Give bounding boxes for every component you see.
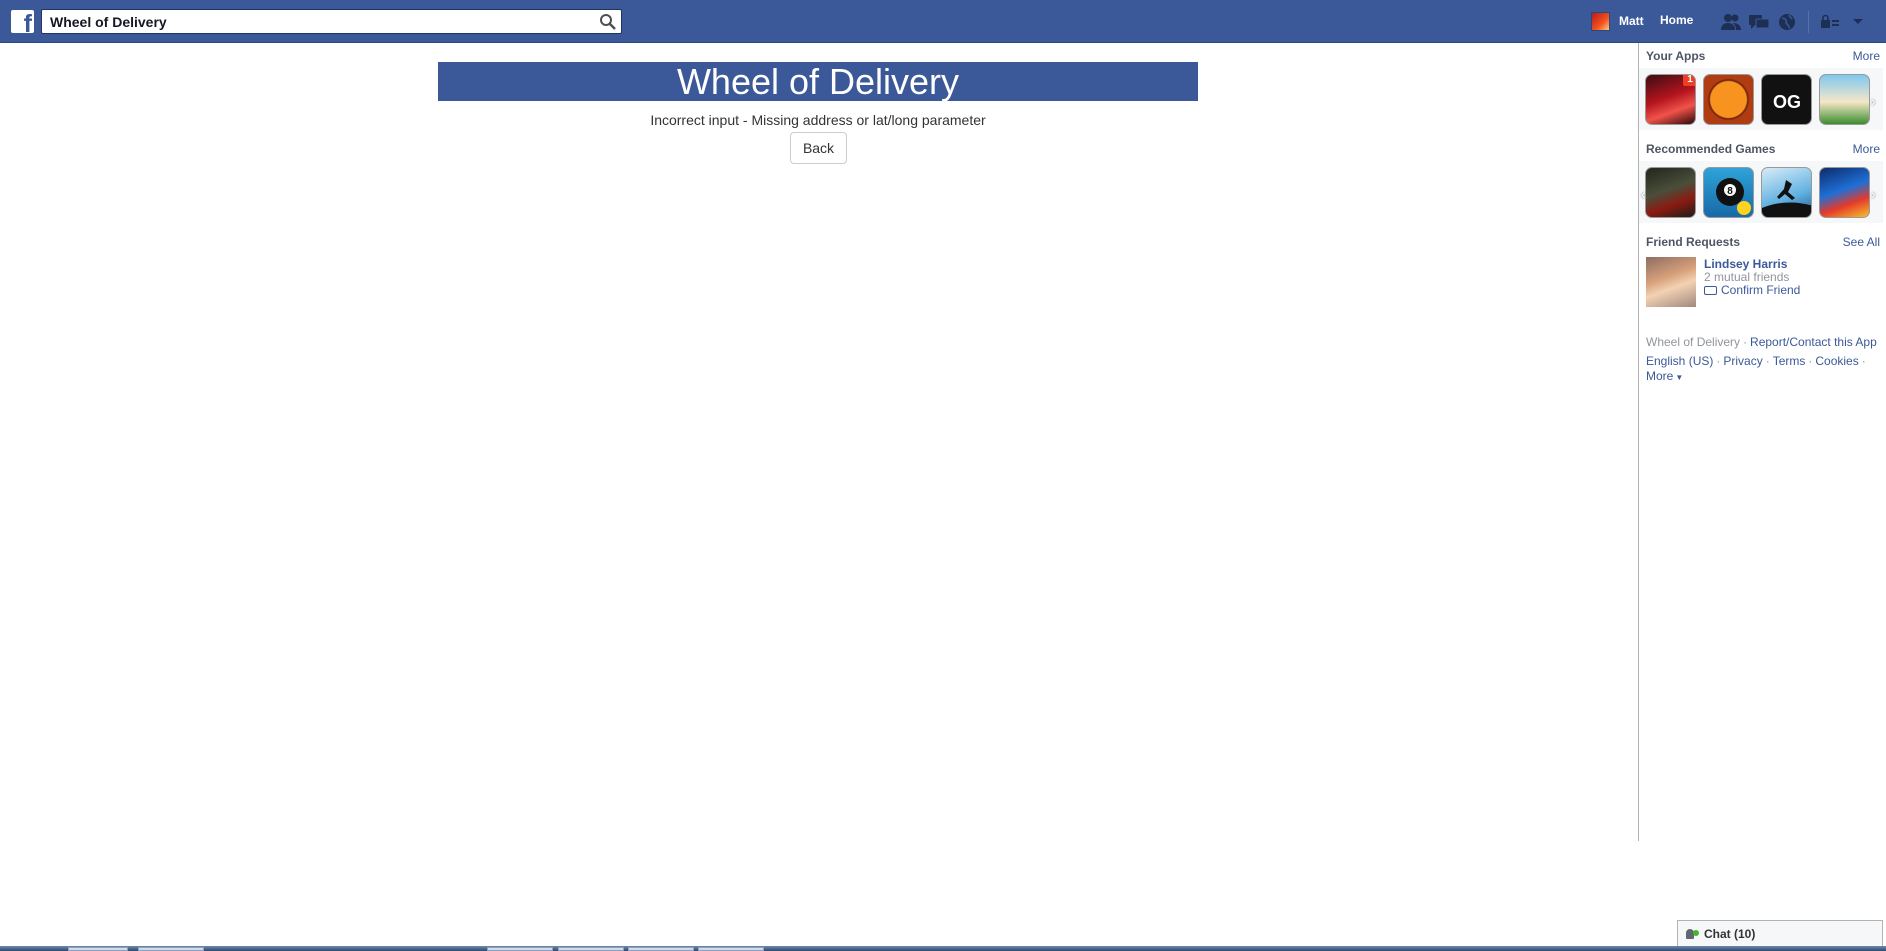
os-taskbar [0, 946, 1886, 951]
confirm-friend-button[interactable]: Confirm Friend [1704, 283, 1800, 297]
taskbar-button[interactable] [138, 947, 204, 951]
terms-link[interactable]: Terms [1773, 354, 1806, 368]
friend-requests-title: Friend Requests [1646, 235, 1741, 249]
right-sidebar: Your Apps More 1 OG › Recommended Games … [1638, 43, 1884, 841]
toolbar-divider [1808, 11, 1809, 33]
friend-avatar[interactable] [1646, 257, 1696, 307]
sidebar-footer-line-2: English (US) · Privacy · Terms · Cookies · [1646, 354, 1866, 368]
svg-text:8: 8 [1727, 186, 1733, 197]
user-name: Matt [1619, 14, 1644, 28]
basketball-app-icon[interactable] [1703, 74, 1754, 125]
taskbar-button[interactable] [487, 947, 553, 951]
footer-more-link[interactable]: More [1646, 369, 1673, 383]
taskbar-button[interactable] [628, 947, 694, 951]
app-title-banner: Wheel of Delivery [438, 62, 1198, 101]
online-status-icon [1693, 930, 1699, 936]
chat-bar[interactable]: Chat (10) [1677, 920, 1883, 947]
cookies-link[interactable]: Cookies [1815, 354, 1858, 368]
chevron-right-icon[interactable]: › [1871, 186, 1876, 202]
notification-badge: 1 [1683, 75, 1695, 86]
og-war-app-icon[interactable]: OG [1761, 74, 1812, 125]
privacy-shortcuts-icon[interactable] [1819, 12, 1841, 32]
your-apps-title: Your Apps [1646, 49, 1706, 63]
recommended-games-header: Recommended Games More [1646, 142, 1880, 158]
friend-requests-icon[interactable] [1720, 12, 1742, 32]
caret-down-icon[interactable]: ▼ [1675, 373, 1683, 382]
chat-label: Chat (10) [1704, 927, 1756, 941]
your-apps-strip: 1 OG › [1639, 68, 1883, 130]
taskbar-button[interactable] [698, 947, 764, 951]
your-apps-more-link[interactable]: More [1853, 49, 1880, 63]
back-button[interactable]: Back [790, 132, 847, 164]
home-link[interactable]: Home [1660, 13, 1693, 27]
search-icon[interactable] [599, 13, 617, 30]
svg-text:OG: OG [1773, 92, 1801, 112]
street-race-game-icon[interactable] [1819, 167, 1870, 218]
taskbar-button[interactable] [558, 947, 624, 951]
confirm-friend-icon [1704, 286, 1717, 295]
footer-app-name: Wheel of Delivery [1646, 335, 1741, 349]
messages-icon[interactable] [1748, 12, 1770, 32]
runner-game-icon[interactable] [1761, 167, 1812, 218]
search-box [41, 9, 622, 34]
report-app-link[interactable]: Report/Contact this App [1750, 335, 1877, 349]
recommended-games-strip: ‹ 8 › [1639, 161, 1883, 223]
facebook-logo-icon[interactable]: f [11, 10, 34, 33]
sidebar-footer-line-3: More ▼ [1646, 369, 1886, 383]
privacy-link[interactable]: Privacy [1723, 354, 1762, 368]
confirm-friend-label: Confirm Friend [1721, 283, 1801, 297]
avatar [1591, 11, 1610, 31]
notification-icons [1720, 11, 1875, 33]
friend-request-item: Lindsey Harris 2 mutual friends Confirm … [1646, 257, 1880, 311]
top-bar: f Matt Home [0, 0, 1886, 43]
language-link[interactable]: English (US) [1646, 354, 1713, 368]
error-message: Incorrect input - Missing address or lat… [650, 112, 986, 128]
profile-link[interactable]: Matt [1591, 10, 1644, 32]
sidebar-footer-line-1: Wheel of Delivery · Report/Contact this Ap… [1646, 335, 1877, 349]
soldier-game-icon[interactable] [1645, 167, 1696, 218]
friend-requests-header: Friend Requests See All [1646, 235, 1880, 251]
search-input[interactable] [42, 10, 598, 33]
chevron-down-icon[interactable] [1847, 12, 1869, 32]
see-all-link[interactable]: See All [1843, 235, 1880, 249]
farm-cow-app-icon[interactable] [1819, 74, 1870, 125]
notifications-globe-icon[interactable] [1776, 12, 1798, 32]
your-apps-header: Your Apps More [1646, 49, 1880, 65]
recommended-games-title: Recommended Games [1646, 142, 1776, 156]
friend-name[interactable]: Lindsey Harris [1704, 257, 1787, 271]
taskbar-button[interactable] [68, 947, 128, 951]
mutual-friends-text[interactable]: 2 mutual friends [1704, 270, 1789, 284]
chevron-right-icon[interactable]: › [1871, 93, 1876, 109]
pool-8-ball-game-icon[interactable]: 8 [1703, 167, 1754, 218]
recommended-games-more-link[interactable]: More [1853, 142, 1880, 156]
poker-app-icon[interactable]: 1 [1645, 74, 1696, 125]
